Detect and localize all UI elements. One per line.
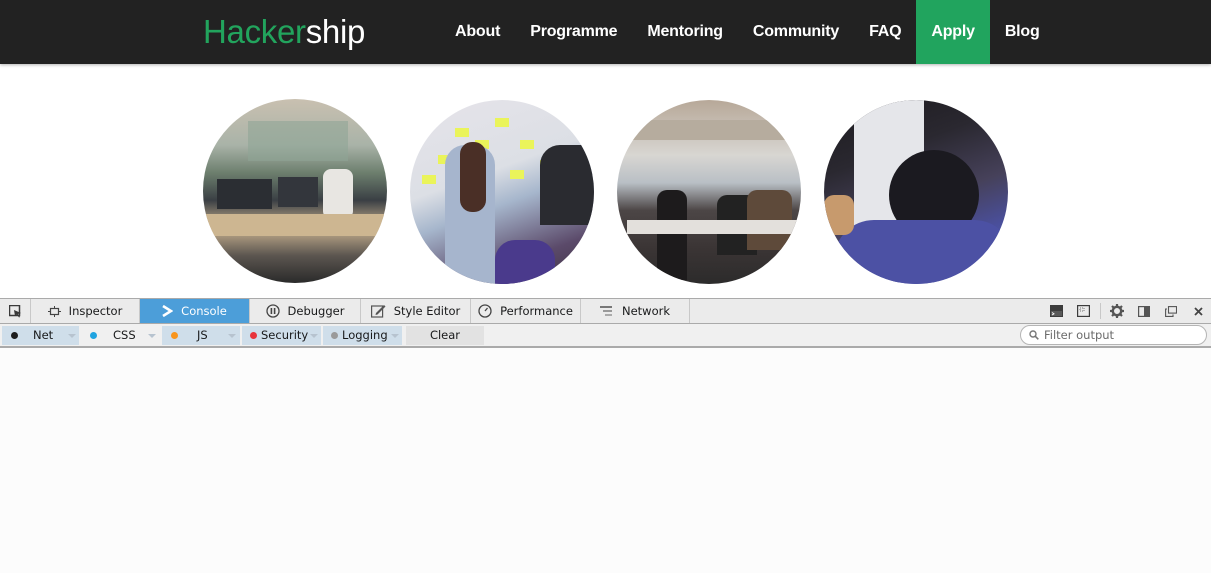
filter-output-field[interactable] xyxy=(1020,325,1207,345)
logging-dot-icon xyxy=(331,332,338,339)
tab-network[interactable]: Network xyxy=(581,299,690,323)
css-dot-icon xyxy=(90,332,97,339)
separate-window-icon xyxy=(1165,305,1177,317)
clear-button[interactable]: Clear xyxy=(406,326,484,345)
chevron-down-icon[interactable] xyxy=(228,334,236,338)
devtools-panel: Inspector Console Debugger Style Editor … xyxy=(0,298,1211,573)
security-dot-icon xyxy=(250,332,257,339)
console-output-area[interactable] xyxy=(0,349,1211,573)
tab-network-label: Network xyxy=(621,304,671,318)
undock-button[interactable] xyxy=(1160,299,1182,323)
filter-js[interactable]: JS xyxy=(162,326,240,345)
chevron-down-icon[interactable] xyxy=(391,334,399,338)
photo-whiteboard xyxy=(824,100,1008,284)
tab-console[interactable]: Console xyxy=(140,299,250,323)
devtools-toolbar: Inspector Console Debugger Style Editor … xyxy=(0,299,1211,324)
toolbar-divider xyxy=(1100,303,1101,319)
close-icon xyxy=(1193,306,1203,316)
tab-style-editor-label: Style Editor xyxy=(393,304,461,318)
dock-side-icon xyxy=(1138,305,1150,317)
split-console-button[interactable] xyxy=(1045,299,1067,323)
tab-performance-label: Performance xyxy=(500,304,573,318)
close-devtools-button[interactable] xyxy=(1187,299,1209,323)
tab-inspector-label: Inspector xyxy=(68,304,123,318)
settings-button[interactable] xyxy=(1106,299,1128,323)
tab-inspector[interactable]: Inspector xyxy=(31,299,140,323)
inspector-icon xyxy=(47,305,61,317)
element-picker-button[interactable] xyxy=(0,299,31,323)
net-dot-icon xyxy=(11,332,18,339)
filter-net[interactable]: Net xyxy=(2,326,79,345)
filter-net-label: Net xyxy=(33,328,54,342)
console-icon xyxy=(162,305,174,317)
photo-group-meeting xyxy=(617,100,801,284)
network-icon xyxy=(599,306,612,316)
split-console-icon xyxy=(1049,305,1063,317)
tab-debugger[interactable]: Debugger xyxy=(250,299,361,323)
filter-css-label: CSS xyxy=(113,328,136,342)
tab-debugger-label: Debugger xyxy=(287,304,345,318)
filter-css[interactable]: CSS xyxy=(81,326,160,345)
tab-performance[interactable]: Performance xyxy=(471,299,581,323)
photo-gallery xyxy=(0,0,1211,298)
chevron-down-icon[interactable] xyxy=(68,334,76,338)
gear-icon xyxy=(1110,304,1124,318)
screenshot-button[interactable] xyxy=(1072,299,1094,323)
console-filter-bar: Net CSS JS Security Logging Clear xyxy=(0,324,1211,348)
filter-logging-label: Logging xyxy=(342,328,388,342)
filter-logging[interactable]: Logging xyxy=(323,326,402,345)
js-dot-icon xyxy=(171,332,178,339)
element-picker-icon xyxy=(8,304,21,317)
devtools-right-controls xyxy=(1040,299,1211,323)
debugger-icon xyxy=(265,304,280,318)
photo-coding-office xyxy=(203,99,387,283)
chevron-down-icon[interactable] xyxy=(148,334,156,338)
dock-side-button[interactable] xyxy=(1133,299,1155,323)
chevron-down-icon[interactable] xyxy=(310,334,318,338)
style-editor-icon xyxy=(370,305,386,318)
screenshot-icon xyxy=(1076,305,1090,317)
tab-console-label: Console xyxy=(181,304,227,318)
photo-sticky-notes xyxy=(410,100,594,284)
filter-security[interactable]: Security xyxy=(242,326,321,345)
filter-js-label: JS xyxy=(197,328,208,342)
search-icon xyxy=(1029,330,1039,340)
tab-style-editor[interactable]: Style Editor xyxy=(361,299,471,323)
filter-output-input[interactable] xyxy=(1044,328,1194,342)
filter-security-label: Security xyxy=(261,328,309,342)
performance-icon xyxy=(478,304,492,318)
